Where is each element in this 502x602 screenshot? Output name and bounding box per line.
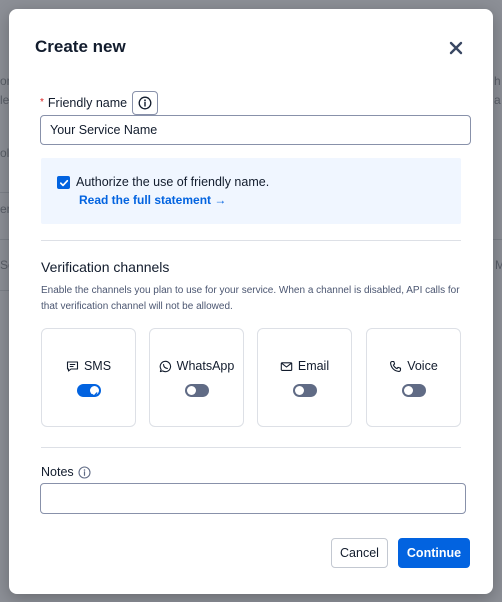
close-icon (449, 41, 463, 55)
channel-card-whatsapp: WhatsApp (149, 328, 244, 427)
phone-icon (390, 360, 402, 372)
whatsapp-icon (159, 360, 171, 372)
channel-label: SMS (83, 359, 112, 373)
notes-label: Notes (41, 465, 74, 479)
friendly-name-label: Friendly name (47, 96, 128, 110)
checkmark-icon (59, 179, 68, 186)
info-icon (138, 96, 152, 110)
whatsapp-toggle[interactable] (184, 384, 209, 397)
check-icon (91, 392, 97, 397)
email-icon (280, 361, 293, 371)
background-divider (0, 239, 9, 240)
background-divider (493, 239, 502, 240)
section-divider (41, 240, 461, 241)
channel-label-row: Email (258, 359, 351, 373)
toggle-knob (186, 386, 196, 395)
notes-input[interactable] (40, 483, 466, 514)
background-text: h (494, 74, 501, 88)
toggle-knob (89, 386, 99, 397)
notes-label-row: Notes (41, 465, 91, 479)
continue-button[interactable]: Continue (398, 538, 470, 568)
email-toggle[interactable] (292, 384, 317, 397)
required-marker: * (40, 96, 44, 108)
background-text: ol (0, 146, 10, 160)
channel-label-row: SMS (42, 359, 135, 373)
verification-channels-description: Enable the channels you plan to use for … (41, 285, 460, 312)
channel-label: WhatsApp (176, 359, 235, 373)
friendly-name-input[interactable] (40, 115, 471, 145)
friendly-name-label-row: * Friendly name (40, 91, 159, 115)
channel-card-email: Email (257, 328, 352, 427)
read-full-statement-link[interactable]: Read the full statement → (79, 193, 226, 207)
cancel-button[interactable]: Cancel (331, 538, 388, 568)
background-text: le (0, 93, 10, 107)
section-divider (41, 447, 461, 448)
channel-label-row: Voice (367, 359, 460, 373)
close-button[interactable] (445, 37, 467, 59)
toggle-knob (403, 386, 413, 395)
message-icon (66, 360, 79, 372)
verification-channels-title: Verification channels (41, 259, 170, 275)
background-text: a (494, 93, 501, 107)
consent-checkbox[interactable] (57, 176, 70, 189)
info-icon[interactable] (78, 465, 91, 479)
voice-toggle[interactable] (401, 384, 426, 397)
consent-panel: Authorize the use of friendly name. Read… (41, 158, 461, 224)
channel-label-row: WhatsApp (150, 359, 243, 373)
channel-card-sms: SMS (41, 328, 136, 427)
modal-title: Create new (35, 37, 126, 56)
sms-toggle[interactable] (76, 384, 101, 397)
background-text: M (495, 258, 502, 272)
background-divider (0, 290, 9, 291)
channel-label: Email (297, 359, 330, 373)
background-divider (0, 192, 9, 193)
consent-text: Authorize the use of friendly name. (76, 175, 270, 189)
channel-label: Voice (407, 359, 438, 373)
friendly-name-info-button[interactable] (132, 91, 159, 115)
create-new-modal: Create new * Friendly name Authorize the… (9, 9, 493, 594)
channel-card-voice: Voice (366, 328, 461, 427)
toggle-knob (294, 386, 304, 395)
